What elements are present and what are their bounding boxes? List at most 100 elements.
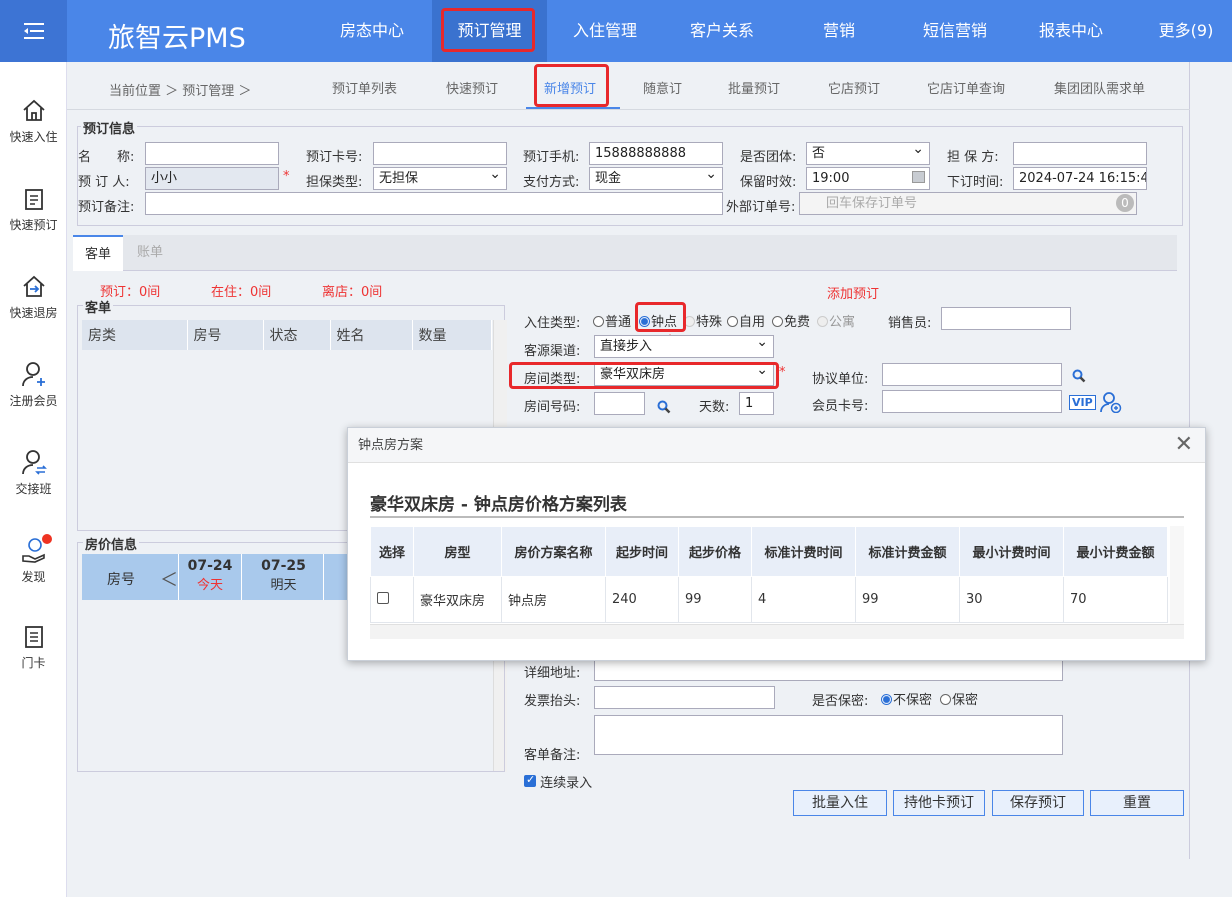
col-room-type: 房类 — [82, 320, 188, 350]
room-type-select[interactable]: 豪华双床房 — [594, 363, 774, 386]
guest-table: 房类 房号 状态 姓名 数量 — [82, 320, 492, 350]
nav-marketing[interactable]: 营销 — [789, 0, 889, 62]
guest-note-textarea[interactable] — [594, 715, 1063, 755]
order-time-label: 下订时间: — [947, 175, 1004, 190]
phone-label: 预订手机: — [523, 150, 580, 165]
search-icon[interactable] — [1072, 369, 1086, 383]
add-user-icon — [21, 362, 45, 387]
document-icon — [24, 189, 43, 210]
nav-crm[interactable]: 客户关系 — [672, 0, 772, 62]
external-order-count-badge: 0 — [1116, 194, 1134, 212]
radio-free[interactable]: 免费 — [772, 311, 810, 330]
table-row[interactable]: 豪华双床房 钟点房 240 99 4 99 30 70 — [370, 576, 1168, 623]
sidebar-quick-checkout[interactable]: 快速退房 — [0, 274, 67, 321]
save-booking-button[interactable]: 保存预订 — [992, 790, 1084, 816]
tab-group-demand[interactable]: 集团团队需求单 — [1054, 78, 1145, 97]
days-input[interactable]: 1 — [739, 392, 774, 415]
payment-select[interactable]: 现金 — [589, 167, 723, 190]
order-tabs: 客单 账单 — [73, 235, 1177, 271]
cell-min-time: 30 — [959, 576, 1064, 623]
tab-quick-booking[interactable]: 快速预订 — [446, 78, 498, 97]
radio-self-use[interactable]: 自用 — [727, 311, 765, 330]
source-channel-select[interactable]: 直接步入 — [594, 335, 774, 358]
stat-departed: 离店：0间 — [322, 285, 383, 300]
guest-list-legend: 客单 — [83, 297, 114, 316]
nav-sms[interactable]: 短信营销 — [905, 0, 1005, 62]
hourly-plan-dialog: 钟点房方案 ✕ 豪华双床房 - 钟点房价格方案列表 选择 房型 房价方案名称 起… — [347, 427, 1206, 661]
external-order-input[interactable]: 回车保存订单号 — [799, 192, 1137, 215]
sidebar-quick-checkin[interactable]: 快速入住 — [0, 98, 67, 145]
price-calendar-header: 房号 ＜ 07-24 今天 07-25 明天 — [82, 554, 352, 600]
row-checkbox[interactable] — [377, 591, 389, 604]
add-booking-link[interactable]: 添加预订 — [827, 283, 879, 302]
vertical-scrollbar[interactable] — [1170, 526, 1184, 624]
room-search-icon[interactable] — [657, 400, 671, 414]
member-card-input[interactable] — [882, 390, 1062, 413]
nav-checkin[interactable]: 入住管理 — [555, 0, 655, 62]
address-label: 详细地址: — [524, 666, 581, 681]
notification-dot — [42, 534, 52, 544]
other-card-booking-button[interactable]: 持他卡预订 — [893, 790, 985, 816]
group-label: 是否团体: — [740, 150, 797, 165]
nav-booking[interactable]: 预订管理 — [432, 0, 547, 62]
phone-input[interactable]: 15888888888 — [589, 142, 723, 165]
guarantee-type-select[interactable]: 无担保 — [373, 167, 507, 190]
calendar-icon[interactable] — [912, 171, 925, 183]
booker-label: 预 订 人: — [78, 175, 130, 190]
tab-booking-list[interactable]: 预订单列表 — [332, 78, 397, 97]
add-member-icon[interactable] — [1100, 391, 1122, 413]
tab-casual-booking[interactable]: 随意订 — [643, 78, 682, 97]
sidebar-door-card[interactable]: 门卡 — [0, 624, 67, 671]
radio-special[interactable]: 特殊 — [684, 311, 722, 330]
name-label: 名 称: — [78, 150, 135, 165]
salesman-input[interactable] — [941, 307, 1071, 330]
batch-checkin-button[interactable]: 批量入住 — [793, 790, 887, 816]
radio-hourly[interactable]: 钟点 — [639, 311, 677, 330]
tab-new-booking[interactable]: 新增预订 — [544, 78, 596, 97]
nav-more[interactable]: 更多(9) — [1140, 0, 1232, 62]
invoice-title-input[interactable] — [594, 686, 775, 709]
radio-normal[interactable]: 普通 — [593, 311, 631, 330]
col-select: 选择 — [370, 526, 414, 577]
room-number-input[interactable] — [594, 392, 645, 415]
radio-not-confidential[interactable]: 不保密 — [881, 689, 932, 708]
sidebar-register-member[interactable]: 注册会员 — [0, 360, 67, 409]
dialog-title: 钟点房方案 — [348, 428, 1205, 463]
radio-apartment[interactable]: 公寓 — [817, 311, 855, 330]
continuous-entry-checkbox[interactable]: 连续录入 — [524, 772, 592, 791]
member-card-label: 会员卡号: — [812, 399, 869, 414]
cell-plan-name: 钟点房 — [501, 576, 606, 623]
horizontal-scrollbar[interactable] — [370, 624, 1184, 639]
order-time-input[interactable]: 2024-07-24 16:15:4 — [1013, 167, 1147, 190]
tab-other-store-query[interactable]: 它店订单查询 — [927, 78, 1005, 97]
booker-input[interactable]: 小小 — [145, 167, 279, 190]
radio-confidential[interactable]: 保密 — [940, 689, 978, 708]
prev-date-arrow[interactable]: ＜ — [160, 566, 178, 592]
group-select[interactable]: 否 — [806, 142, 930, 165]
guarantor-input[interactable] — [1013, 142, 1147, 165]
name-input[interactable] — [145, 142, 279, 165]
menu-toggle-icon[interactable] — [0, 0, 67, 62]
price-plan-table: 选择 房型 房价方案名称 起步时间 起步价格 标准计费时间 标准计费金额 最小计… — [370, 526, 1168, 623]
tab-bill[interactable]: 账单 — [125, 235, 175, 271]
address-input[interactable] — [594, 658, 1063, 681]
nav-room-status[interactable]: 房态中心 — [322, 0, 422, 62]
nav-reports[interactable]: 报表中心 — [1021, 0, 1121, 62]
sidebar-quick-booking[interactable]: 快速预订 — [0, 186, 67, 233]
row-select-cell[interactable] — [370, 576, 414, 623]
cell-std-time: 4 — [751, 576, 856, 623]
cell-std-amount: 99 — [855, 576, 960, 623]
sidebar-discover[interactable]: 发现 — [0, 534, 67, 585]
confidential-label: 是否保密: — [812, 694, 869, 709]
tab-guest-order[interactable]: 客单 — [73, 235, 124, 271]
vip-icon[interactable]: VIP — [1069, 395, 1096, 410]
agreement-unit-input[interactable] — [882, 363, 1062, 386]
close-icon[interactable]: ✕ — [1175, 432, 1193, 457]
room-number-label: 房间号码: — [524, 400, 581, 415]
sidebar-shift-handover[interactable]: 交接班 — [0, 448, 67, 497]
tab-other-store-booking[interactable]: 它店预订 — [828, 78, 880, 97]
tab-batch-booking[interactable]: 批量预订 — [728, 78, 780, 97]
remark-input[interactable] — [145, 192, 723, 215]
reset-button[interactable]: 重置 — [1090, 790, 1184, 816]
card-no-input[interactable] — [373, 142, 507, 165]
